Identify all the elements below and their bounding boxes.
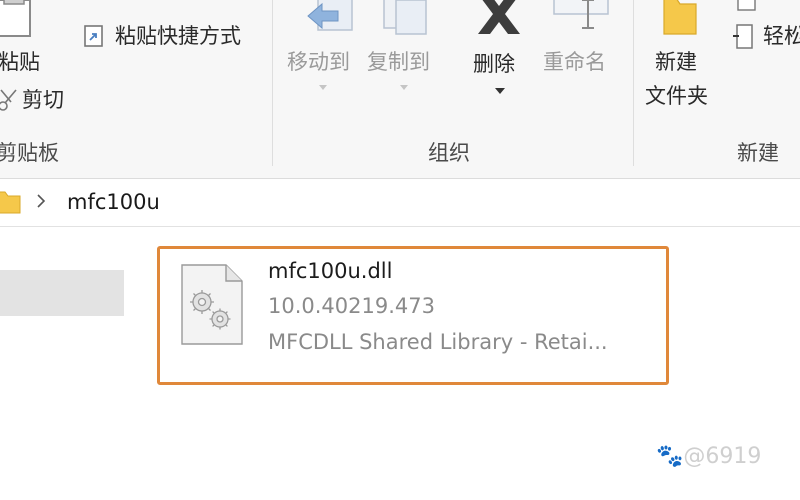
folder-icon <box>0 189 22 219</box>
file-tile[interactable]: mfc100u.dll 10.0.40219.473 MFCDLL Shared… <box>157 246 669 385</box>
file-name: mfc100u.dll <box>268 259 393 283</box>
cut-button[interactable]: 剪切 <box>22 88 64 112</box>
paste-shortcut-icon <box>82 24 106 52</box>
copy-to-button[interactable]: 复制到 <box>367 50 430 74</box>
scissors-icon <box>0 88 20 116</box>
chevron-down-icon <box>495 80 505 99</box>
chevron-down-icon <box>400 76 408 95</box>
breadcrumb-chevron-icon[interactable] <box>36 192 46 213</box>
new-folder-button-line1[interactable]: 新建 <box>655 50 697 74</box>
chevron-down-icon <box>319 76 327 95</box>
file-description: MFCDLL Shared Library - Retai... <box>268 330 608 354</box>
paste-button[interactable]: 粘贴 <box>0 50 40 74</box>
move-to-icon[interactable] <box>304 0 358 42</box>
dll-file-icon <box>180 264 244 350</box>
delete-button[interactable]: 删除 <box>473 52 515 76</box>
easy-access-icon <box>733 24 755 54</box>
file-version: 10.0.40219.473 <box>268 294 435 318</box>
clipboard-group-label: 剪贴板 <box>0 141 59 165</box>
easy-access-button[interactable]: 轻松 <box>763 24 800 48</box>
rename-button[interactable]: 重命名 <box>543 50 606 74</box>
ribbon-separator <box>272 0 273 166</box>
new-group-label: 新建 <box>737 141 779 165</box>
new-item-icon <box>735 0 759 16</box>
organize-group-label: 组织 <box>428 141 470 165</box>
rename-icon[interactable] <box>552 0 612 40</box>
paste-icon[interactable] <box>0 0 38 44</box>
move-to-button[interactable]: 移动到 <box>287 50 350 74</box>
new-folder-button-line2[interactable]: 文件夹 <box>645 84 708 108</box>
paste-shortcut-button[interactable]: 粘贴快捷方式 <box>115 24 241 48</box>
ribbon-separator <box>633 0 634 166</box>
copy-to-icon[interactable] <box>380 0 434 42</box>
ribbon: 粘贴 粘贴快捷方式 剪切 剪贴板 移动到 复制到 删除 重命名 组织 新建 文件… <box>0 0 800 179</box>
new-folder-icon[interactable] <box>660 0 700 42</box>
watermark: 🐾@6919 <box>656 444 761 469</box>
delete-icon[interactable] <box>474 0 524 40</box>
breadcrumb-current-folder[interactable]: mfc100u <box>67 190 160 214</box>
paw-icon: 🐾 <box>656 444 684 469</box>
watermark-text: @6919 <box>683 444 762 469</box>
nav-pane-selected-item[interactable] <box>0 270 124 316</box>
